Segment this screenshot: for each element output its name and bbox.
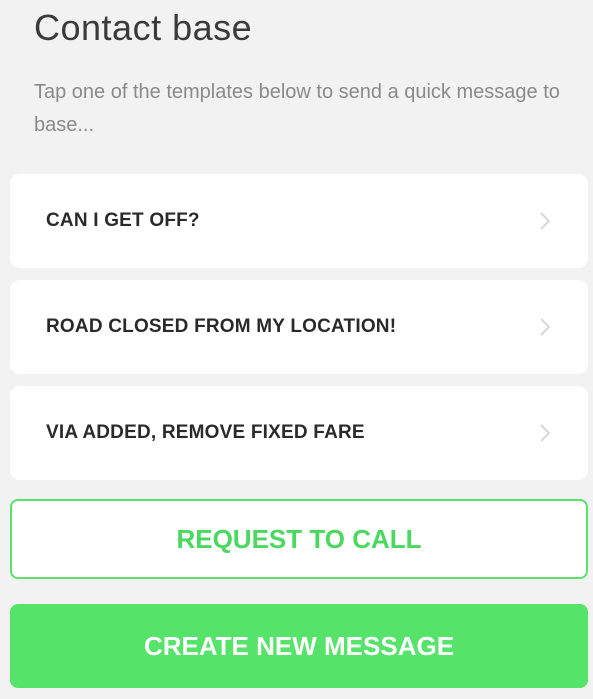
page-subtitle: Tap one of the templates below to send a… bbox=[34, 81, 560, 136]
chevron-right-icon bbox=[538, 422, 552, 444]
template-item-road-closed[interactable]: ROAD CLOSED FROM MY LOCATION! bbox=[10, 280, 588, 374]
template-label: ROAD CLOSED FROM MY LOCATION! bbox=[46, 316, 397, 337]
template-item-can-i-get-off[interactable]: CAN I GET OFF? bbox=[10, 174, 588, 268]
template-list: CAN I GET OFF? ROAD CLOSED FROM MY LOCAT… bbox=[10, 174, 588, 492]
create-new-message-button[interactable]: CREATE NEW MESSAGE bbox=[10, 604, 588, 688]
chevron-right-icon bbox=[538, 316, 552, 338]
template-label: VIA ADDED, REMOVE FIXED FARE bbox=[46, 422, 365, 443]
page-title: Contact base bbox=[34, 7, 253, 48]
template-label: CAN I GET OFF? bbox=[46, 210, 200, 231]
template-item-via-added[interactable]: VIA ADDED, REMOVE FIXED FARE bbox=[10, 386, 588, 480]
request-to-call-button[interactable]: REQUEST TO CALL bbox=[10, 499, 588, 579]
chevron-right-icon bbox=[538, 210, 552, 232]
